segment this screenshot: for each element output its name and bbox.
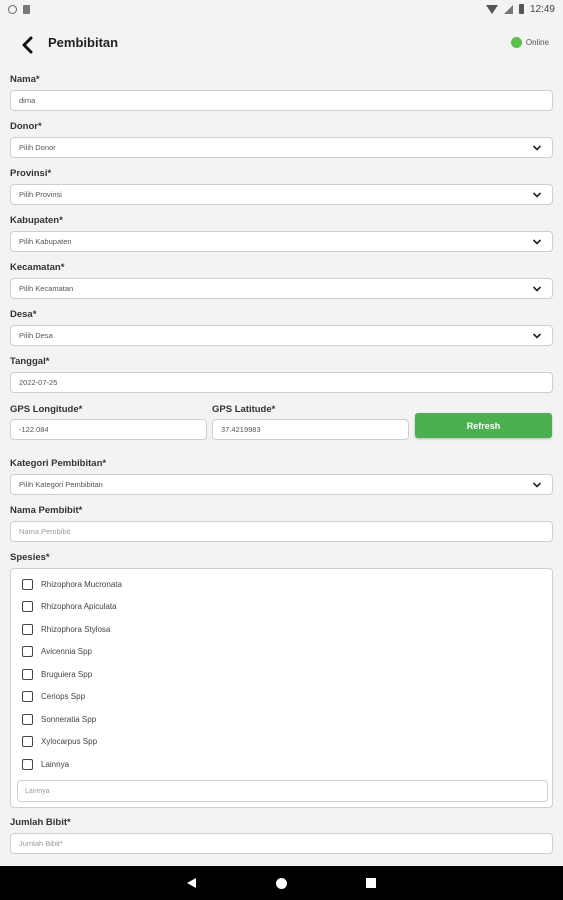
kecamatan-label: Kecamatan* [10, 262, 65, 273]
checkbox[interactable] [22, 691, 33, 702]
nama-label: Nama* [10, 74, 40, 85]
gps-latitude-label: GPS Latitude* [212, 404, 276, 415]
checkbox[interactable] [22, 759, 33, 770]
kabupaten-select[interactable]: Pilih Kabupaten [10, 231, 553, 252]
arrow-back-icon [22, 36, 33, 54]
donor-select[interactable]: Pilih Donor [10, 137, 553, 158]
kategori-selected: Pilih Kategori Pembibitan [19, 480, 103, 489]
spesies-option-label: Xylocarpus Spp [41, 737, 98, 746]
gps-latitude-input[interactable]: 37.4219983 [212, 419, 409, 440]
checkbox[interactable] [22, 579, 33, 590]
online-indicator-icon [510, 37, 522, 48]
checkbox[interactable] [22, 714, 33, 725]
refresh-gps-button[interactable]: Refresh [415, 413, 552, 438]
spesies-label: Spesies* [10, 552, 50, 563]
app-bar: Pembibitan Online [0, 28, 563, 60]
chevron-down-icon [532, 192, 542, 198]
connection-status: Online [510, 37, 549, 48]
donor-label: Donor* [10, 121, 42, 132]
spesies-option-label: Rhizophora Apiculata [41, 602, 117, 611]
spesies-option-label: Avicennia Spp [41, 647, 92, 656]
desa-select[interactable]: Pilih Desa [10, 325, 553, 346]
spesies-option[interactable]: Xylocarpus Spp [22, 736, 97, 747]
kategori-select[interactable]: Pilih Kategori Pembibitan [10, 474, 553, 495]
spesies-option[interactable]: Bruguiera Spp [22, 669, 92, 680]
lainnya-input[interactable]: Lainnya [17, 780, 548, 802]
provinsi-label: Provinsi* [10, 168, 52, 179]
spesies-option[interactable]: Rhizophora Mucronata [22, 579, 122, 590]
spesies-option-label: Sonneratia Spp [41, 715, 97, 724]
provinsi-select[interactable]: Pilih Provinsi [10, 184, 553, 205]
checkbox[interactable] [22, 669, 33, 680]
gps-longitude-value: -122.084 [19, 425, 49, 434]
desa-label: Desa* [10, 309, 37, 320]
spesies-option[interactable]: Ceriops Spp [22, 691, 85, 702]
wifi-icon [485, 4, 498, 14]
spesies-option-label: Ceriops Spp [41, 692, 86, 701]
system-nav-bar [0, 866, 563, 900]
settings-notification-icon [8, 4, 17, 14]
battery-icon [518, 4, 524, 14]
spesies-option-label: Rhizophora Stylosa [41, 625, 111, 634]
gps-longitude-label: GPS Longitude* [10, 404, 83, 415]
nav-back-icon[interactable] [187, 878, 196, 888]
tanggal-input[interactable]: 2022-07-25 [10, 372, 553, 393]
spesies-option-label: Bruguiera Spp [41, 670, 93, 679]
nama-pembibit-label: Nama Pembibit* [10, 505, 83, 516]
spesies-option[interactable]: Sonneratia Spp [22, 714, 96, 725]
signal-icon [503, 4, 513, 14]
chevron-down-icon [532, 482, 542, 488]
gps-latitude-value: 37.4219983 [221, 425, 261, 434]
spesies-option[interactable]: Avicennia Spp [22, 646, 92, 657]
jumlah-bibit-input[interactable]: Jumlah Bibit* [10, 833, 553, 854]
nama-value: dima [19, 96, 36, 105]
kecamatan-select[interactable]: Pilih Kecamatan [10, 278, 553, 299]
provinsi-selected: Pilih Provinsi [19, 190, 62, 199]
chevron-down-icon [532, 145, 542, 151]
status-time: 12:49 [529, 3, 555, 15]
connection-status-label: Online [525, 38, 549, 47]
nama-pembibit-input[interactable]: Nama Pembibit [10, 521, 553, 542]
nama-pembibit-placeholder: Nama Pembibit [19, 527, 71, 536]
desa-selected: Pilih Desa [19, 331, 53, 340]
spesies-option-label: Lainnya [41, 760, 70, 769]
spesies-option[interactable]: Rhizophora Apiculata [22, 601, 117, 612]
jumlah-bibit-placeholder: Jumlah Bibit* [19, 839, 63, 848]
lainnya-placeholder: Lainnya [25, 787, 50, 795]
checkbox[interactable] [22, 624, 33, 635]
sd-card-icon [23, 4, 30, 14]
chevron-down-icon [532, 333, 542, 339]
spesies-option-label: Rhizophora Mucronata [41, 580, 122, 589]
spesies-option[interactable]: Lainnya [22, 759, 69, 770]
kecamatan-selected: Pilih Kecamatan [19, 284, 74, 293]
jumlah-bibit-label: Jumlah Bibit* [10, 817, 71, 828]
donor-selected: Pilih Donor [19, 143, 56, 152]
spesies-option[interactable]: Rhizophora Stylosa [22, 624, 110, 635]
kabupaten-label: Kabupaten* [10, 215, 63, 226]
chevron-down-icon [532, 286, 542, 292]
tanggal-value: 2022-07-25 [19, 378, 58, 387]
chevron-down-icon [532, 239, 542, 245]
kabupaten-selected: Pilih Kabupaten [19, 237, 72, 246]
back-button[interactable] [18, 34, 40, 56]
tanggal-label: Tanggal* [10, 356, 50, 367]
nav-home-icon[interactable] [276, 878, 287, 889]
checkbox[interactable] [22, 736, 33, 747]
checkbox[interactable] [22, 601, 33, 612]
page-title: Pembibitan [48, 35, 119, 50]
kategori-label: Kategori Pembibitan* [10, 458, 107, 469]
spesies-checkbox-group: Rhizophora Mucronata Rhizophora Apiculat… [10, 568, 553, 808]
nama-input[interactable]: dima [10, 90, 553, 111]
gps-longitude-input[interactable]: -122.084 [10, 419, 207, 440]
nav-recents-icon[interactable] [366, 878, 376, 888]
checkbox[interactable] [22, 646, 33, 657]
status-bar: 12:49 [0, 0, 563, 18]
